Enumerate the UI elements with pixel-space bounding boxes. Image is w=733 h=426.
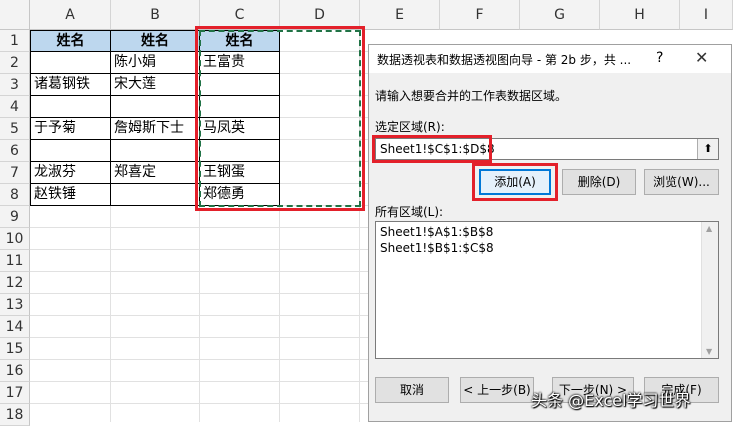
row-header-9[interactable]: 9: [0, 206, 30, 228]
row-header-6[interactable]: 6: [0, 140, 30, 162]
cell-b3[interactable]: 宋大莲: [111, 74, 200, 96]
dialog-titlebar[interactable]: 数据透视表和数据透视图向导 - 第 2b 步，共 ... ? ✕: [369, 45, 731, 73]
cancel-button[interactable]: 取消: [375, 377, 449, 403]
column-header-e[interactable]: E: [360, 0, 440, 30]
column-header-b[interactable]: B: [111, 0, 200, 30]
add-button-highlight: [472, 163, 558, 201]
cell-a7[interactable]: 龙淑芬: [30, 162, 111, 184]
all-ranges-list[interactable]: Sheet1!$A$1:$B$8 Sheet1!$B$1:$C$8 ▲ ▼: [375, 221, 719, 359]
cell-a6[interactable]: [30, 140, 111, 162]
list-item[interactable]: Sheet1!$B$1:$C$8: [380, 241, 494, 255]
column-header-a[interactable]: A: [30, 0, 111, 30]
row-header-15[interactable]: 15: [0, 338, 30, 360]
row-header-4[interactable]: 4: [0, 96, 30, 118]
cell-b6[interactable]: [111, 140, 200, 162]
delete-button[interactable]: 删除(D): [562, 169, 636, 195]
cell-b5[interactable]: 詹姆斯下士: [111, 118, 200, 140]
row-header-5[interactable]: 5: [0, 118, 30, 140]
list-item[interactable]: Sheet1!$A$1:$B$8: [380, 225, 493, 239]
all-ranges-label: 所有区域(L):: [375, 205, 444, 219]
cell-a4[interactable]: [30, 96, 111, 118]
watermark: 头条 @Excel学习世界: [531, 391, 691, 410]
column-header-i[interactable]: I: [680, 0, 733, 30]
selection-marquee: [199, 30, 361, 207]
cell-b1[interactable]: 姓名: [111, 30, 200, 52]
cell-b7[interactable]: 郑喜定: [111, 162, 200, 184]
close-icon[interactable]: ✕: [695, 48, 708, 67]
row-header-16[interactable]: 16: [0, 360, 30, 382]
cell-b4[interactable]: [111, 96, 200, 118]
select-all-corner[interactable]: [0, 0, 30, 30]
browse-button[interactable]: 浏览(W)...: [644, 169, 719, 195]
pivot-wizard-dialog: 数据透视表和数据透视图向导 - 第 2b 步，共 ... ? ✕ 请输入想要合并…: [368, 44, 732, 422]
cell-a1[interactable]: 姓名: [30, 30, 111, 52]
list-scrollbar[interactable]: ▲ ▼: [701, 222, 718, 358]
column-header-f[interactable]: F: [440, 0, 520, 30]
back-button[interactable]: < 上一步(B): [460, 377, 534, 403]
row-header-8[interactable]: 8: [0, 184, 30, 206]
scroll-down-icon[interactable]: ▼: [706, 347, 712, 356]
dialog-title: 数据透视表和数据透视图向导 - 第 2b 步，共 ...: [377, 53, 632, 67]
row-header-2[interactable]: 2: [0, 52, 30, 74]
row-header-18[interactable]: 18: [0, 404, 30, 426]
row-header-3[interactable]: 3: [0, 74, 30, 96]
instruction-text: 请输入想要合并的工作表数据区域。: [375, 89, 568, 103]
scroll-up-icon[interactable]: ▲: [706, 224, 712, 233]
cell-a2[interactable]: [30, 52, 111, 74]
range-input-highlight: [372, 135, 492, 163]
row-header-7[interactable]: 7: [0, 162, 30, 184]
row-header-1[interactable]: 1: [0, 30, 30, 52]
row-header-14[interactable]: 14: [0, 316, 30, 338]
cell-a8[interactable]: 赵铁锤: [30, 184, 111, 206]
row-header-10[interactable]: 10: [0, 228, 30, 250]
cell-b2[interactable]: 陈小娟: [111, 52, 200, 74]
row-header-11[interactable]: 11: [0, 250, 30, 272]
collapse-dialog-icon[interactable]: ⬆: [697, 139, 718, 159]
cell-a3[interactable]: 诸葛钢铁: [30, 74, 111, 96]
row-header-17[interactable]: 17: [0, 382, 30, 404]
column-header-h[interactable]: H: [600, 0, 680, 30]
cell-b8[interactable]: [111, 184, 200, 206]
cell-a5[interactable]: 于予菊: [30, 118, 111, 140]
row-header-13[interactable]: 13: [0, 294, 30, 316]
column-header-g[interactable]: G: [520, 0, 600, 30]
help-icon[interactable]: ?: [656, 50, 663, 66]
row-header-12[interactable]: 12: [0, 272, 30, 294]
range-label: 选定区域(R):: [375, 120, 445, 134]
